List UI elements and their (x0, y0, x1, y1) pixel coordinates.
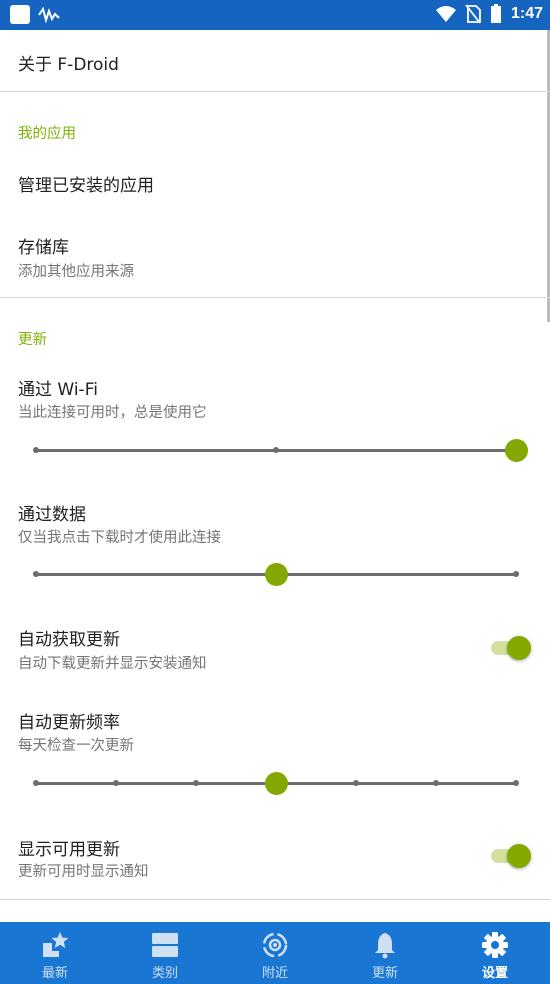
nav-label: 附近 (261, 966, 288, 981)
no-sim-icon (465, 4, 481, 24)
update-frequency-slider[interactable] (33, 771, 519, 795)
over-wifi-title: 通过 Wi-Fi (18, 380, 98, 400)
slider-thumb[interactable] (504, 439, 528, 462)
over-data-slider[interactable] (33, 562, 519, 586)
manage-installed-apps-item[interactable]: 管理已安装的应用 (18, 171, 154, 196)
nav-label: 类别 (151, 966, 178, 981)
update-frequency-title: 自动更新频率 (18, 713, 120, 733)
status-time: 1:47 (510, 5, 543, 22)
slider-tick (193, 780, 199, 786)
divider (0, 91, 550, 92)
divider (0, 899, 550, 900)
nav-label: 设置 (481, 966, 508, 981)
slider-tick (513, 571, 519, 577)
divider (0, 297, 550, 298)
nav-label: 更新 (371, 966, 398, 981)
repositories-subtitle: 添加其他应用来源 (18, 264, 134, 280)
pulse-icon (38, 6, 60, 23)
slider-tick (33, 571, 39, 577)
nav-latest[interactable]: 最新 (0, 922, 110, 984)
show-available-title: 显示可用更新 (18, 840, 120, 860)
show-available-toggle[interactable] (491, 843, 533, 869)
slider-thumb[interactable] (264, 563, 288, 586)
repositories-item[interactable]: 存储库 (18, 233, 69, 258)
over-wifi-subtitle: 当此连接可用时，总是使用它 (18, 405, 207, 421)
status-bar: 1:47 (0, 0, 550, 30)
slider-tick (433, 780, 439, 786)
slider-thumb[interactable] (264, 772, 288, 795)
slider-tick (513, 780, 519, 786)
bell-icon (375, 933, 395, 959)
section-header-my-apps: 我的应用 (18, 126, 76, 142)
slider-tick (273, 447, 279, 453)
about-fdroid-item[interactable]: 关于 F-Droid (18, 50, 119, 75)
gear-icon (482, 932, 508, 958)
star-new-icon (43, 932, 69, 957)
battery-icon (490, 4, 501, 23)
slider-tick (113, 780, 119, 786)
auto-fetch-toggle[interactable] (491, 635, 533, 661)
nav-updates[interactable]: 更新 (330, 922, 440, 984)
update-frequency-subtitle: 每天检查一次更新 (18, 738, 134, 754)
nav-nearby[interactable]: 附近 (220, 922, 330, 984)
slider-tick (353, 780, 359, 786)
slider-tick (33, 780, 39, 786)
slider-tick (33, 447, 39, 453)
wifi-icon (435, 6, 456, 22)
auto-fetch-subtitle: 自动下载更新并显示安装通知 (18, 656, 207, 672)
nearby-icon (262, 932, 288, 958)
auto-fetch-title: 自动获取更新 (18, 630, 120, 650)
app-square-icon (10, 5, 30, 24)
over-data-subtitle: 仅当我点击下载时才使用此连接 (18, 530, 221, 546)
over-data-title: 通过数据 (18, 505, 86, 525)
show-available-subtitle: 更新可用时显示通知 (18, 864, 149, 880)
section-header-updates: 更新 (18, 332, 47, 348)
categories-icon (152, 933, 178, 957)
nav-settings[interactable]: 设置 (440, 922, 550, 984)
nav-categories[interactable]: 类别 (110, 922, 220, 984)
settings-list[interactable]: 关于 F-Droid 我的应用 管理已安装的应用 存储库 添加其他应用来源 更新… (0, 30, 550, 922)
over-wifi-slider[interactable] (33, 438, 528, 462)
nav-label: 最新 (41, 966, 68, 981)
bottom-navigation: 最新 类别 附近 更新 设置 (0, 922, 550, 984)
